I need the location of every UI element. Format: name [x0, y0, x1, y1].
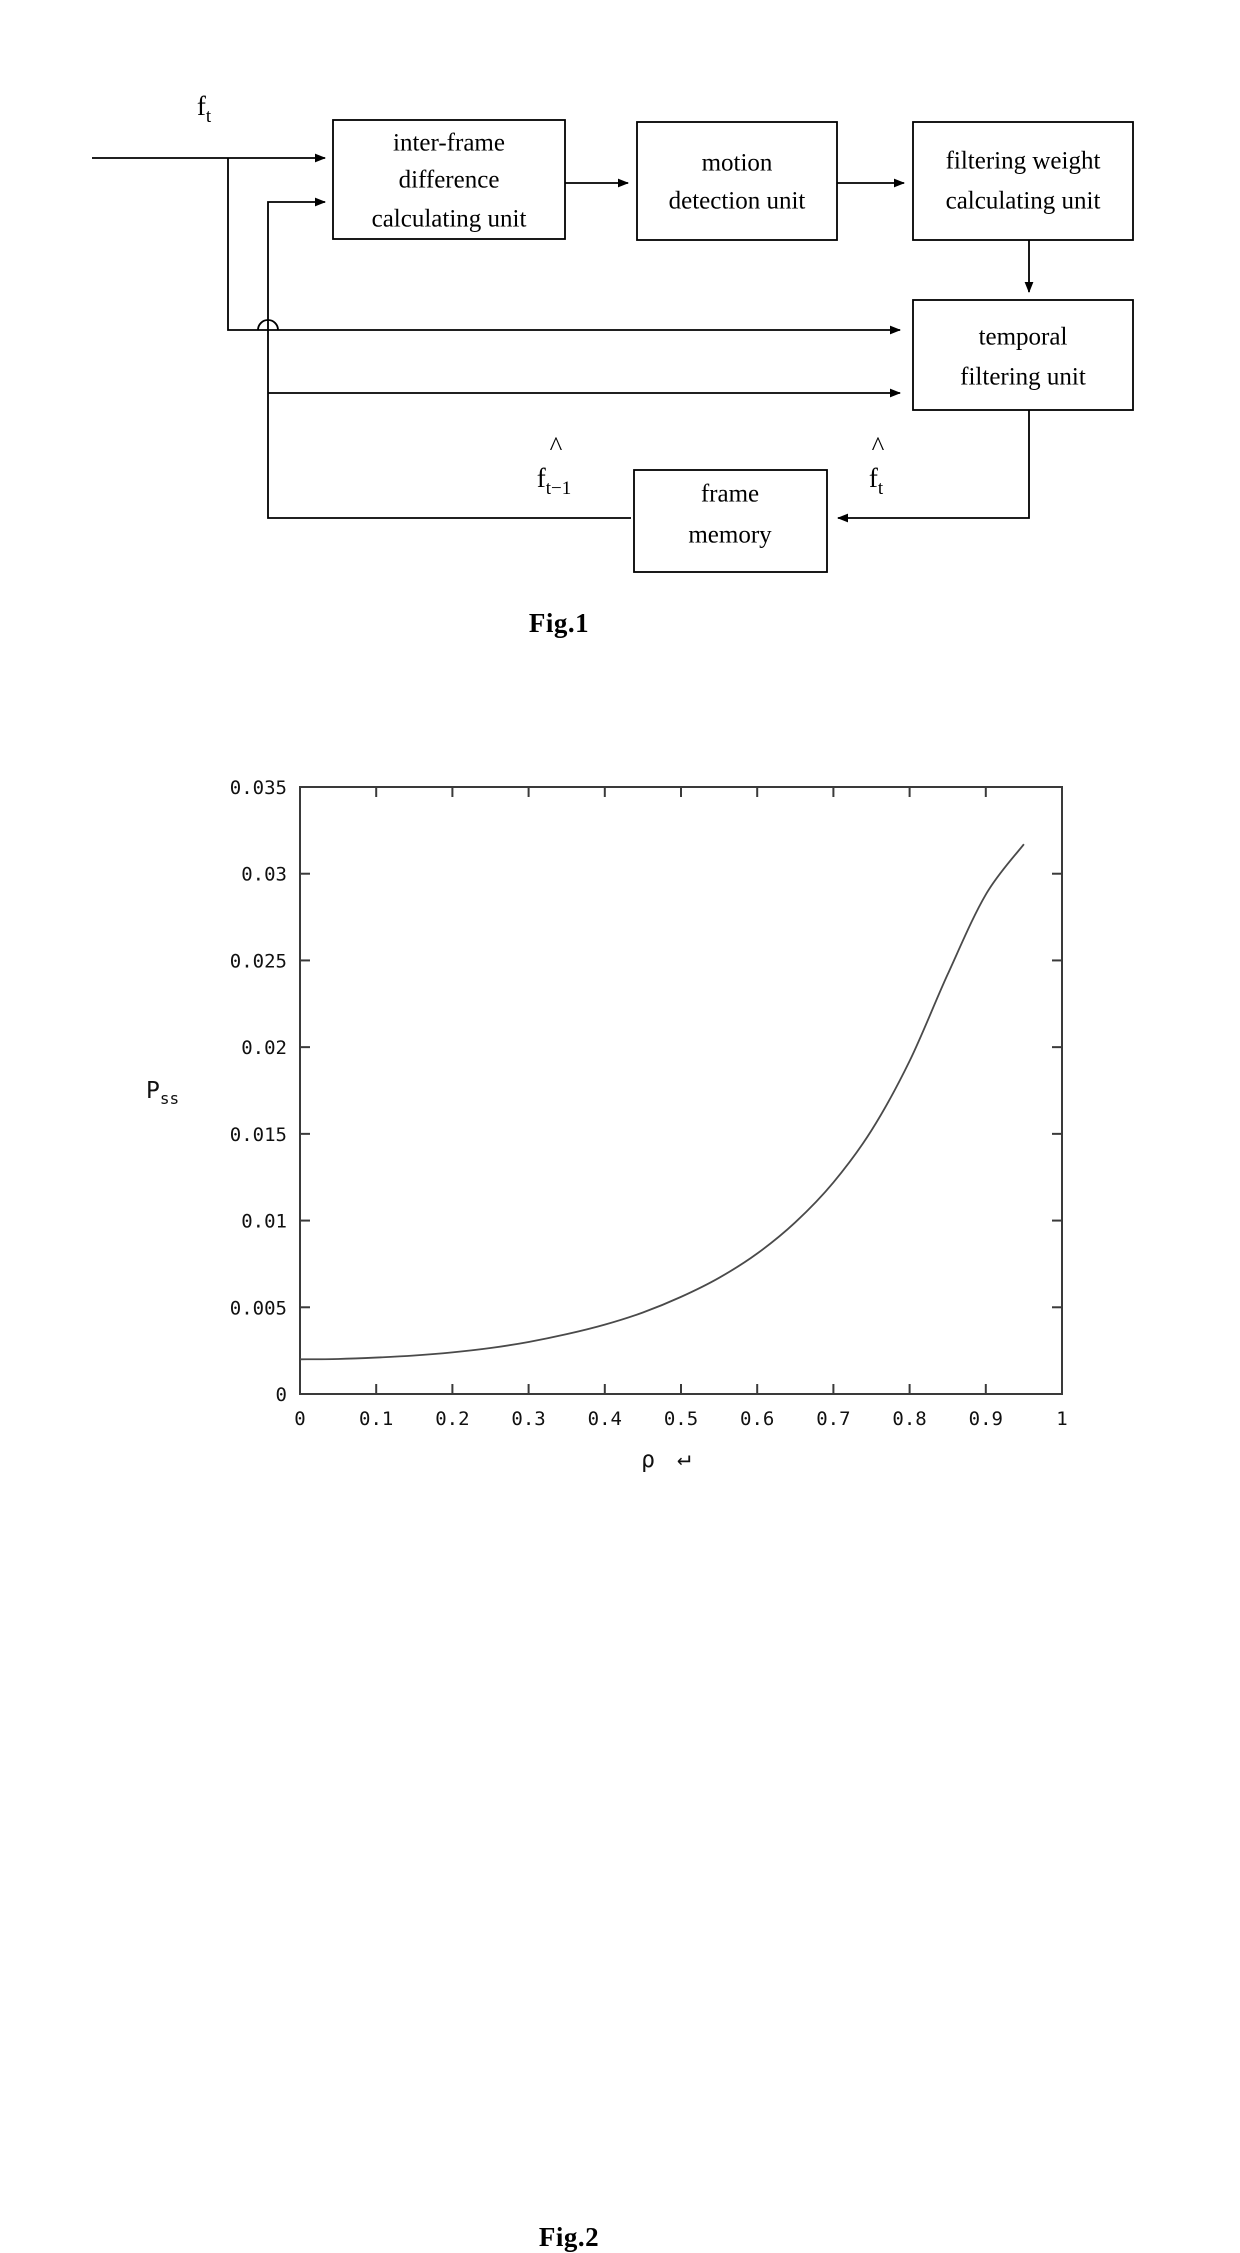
svg-text:detection unit: detection unit	[669, 188, 806, 215]
svg-text:filtering unit: filtering unit	[960, 364, 1086, 391]
svg-text:temporal: temporal	[979, 324, 1068, 351]
svg-text:ft: ft	[197, 91, 212, 127]
y-tick-label: 0.01	[241, 1211, 287, 1233]
x-tick-label: 0.9	[969, 1408, 1003, 1430]
x-tick-label: 1	[1056, 1408, 1067, 1430]
y-tick-label: 0.025	[230, 950, 287, 972]
wire-framememory-to-interframe	[267, 197, 631, 519]
y-tick-label: 0.035	[230, 777, 287, 799]
svg-text:motion: motion	[702, 150, 773, 177]
svg-text:^: ^	[550, 431, 563, 461]
x-tick-label: 0.5	[664, 1408, 698, 1430]
y-tick-label: 0.03	[241, 864, 287, 886]
y-tick-label: 0.015	[230, 1124, 287, 1146]
figure-2-chart: 0 0.1 0.2 0.3 0.4 0.5 0.6 0.7 0.8 0.9 1 0 0.005 0.01 0…	[0, 700, 1240, 2252]
svg-text:^: ^	[872, 431, 885, 461]
x-tick-label: 0.6	[740, 1408, 774, 1430]
axis-tick-labels: 0 0.1 0.2 0.3 0.4 0.5 0.6 0.7 0.8 0.9 1 0 0.005 0.01 0…	[230, 777, 1068, 1430]
patent-figure-page: ft inter-frame difference calculating un…	[0, 0, 1240, 2252]
svg-text:ρ: ρ	[641, 1447, 655, 1473]
signal-label-f-hat-t: ^ ft	[869, 431, 885, 499]
svg-text:memory: memory	[688, 522, 772, 549]
plot-frame	[299, 786, 1063, 1395]
x-axis-title-suffix: ↵	[677, 1445, 691, 1471]
block-filtering-weight-calculating-unit: filtering weight calculating unit	[912, 121, 1134, 241]
x-tick-label: 0.1	[359, 1408, 393, 1430]
svg-text:frame: frame	[701, 481, 759, 508]
data-curve-pss	[299, 843, 1025, 1361]
x-tick-label: 0.3	[511, 1408, 545, 1430]
signal-label-f-hat-t-minus-1: ^ ft−1	[537, 431, 572, 499]
svg-text:difference: difference	[399, 167, 500, 194]
y-tick-label: 0	[276, 1384, 287, 1406]
wire-temporal-filter-to-framememory	[837, 410, 1030, 523]
x-axis-title: ρ ↵	[641, 1445, 691, 1473]
block-temporal-filtering-unit: temporal filtering unit	[912, 299, 1134, 411]
figure-1-caption: Fig.1	[528, 608, 590, 638]
block-motion-detection-unit: motion detection unit	[636, 121, 838, 241]
figure-1-block-diagram: ft inter-frame difference calculating un…	[0, 0, 1240, 660]
axis-ticks	[299, 786, 1063, 1395]
figure-2-caption: Fig.2	[538, 2222, 600, 2252]
y-tick-label: 0.02	[241, 1037, 287, 1059]
svg-text:ft−1: ft−1	[537, 463, 572, 499]
input-signal-label: ft	[197, 91, 212, 127]
svg-text:filtering weight: filtering weight	[946, 148, 1101, 175]
y-tick-label: 0.005	[230, 1297, 287, 1319]
x-tick-label: 0.2	[435, 1408, 469, 1430]
y-axis-title: Pss	[146, 1078, 179, 1108]
svg-text:calculating unit: calculating unit	[946, 188, 1101, 215]
svg-text:calculating unit: calculating unit	[372, 206, 527, 233]
svg-text:ft: ft	[869, 463, 884, 499]
block-frame-memory: frame memory	[633, 469, 828, 573]
x-tick-label: 0.8	[892, 1408, 926, 1430]
svg-text:inter-frame: inter-frame	[393, 130, 505, 157]
x-tick-label: 0.7	[816, 1408, 850, 1430]
svg-text:Pss: Pss	[146, 1078, 179, 1108]
x-tick-label: 0.4	[588, 1408, 622, 1430]
x-tick-label: 0	[294, 1408, 305, 1430]
block-inter-frame-difference-calculating-unit: inter-frame difference calculating unit	[332, 119, 566, 240]
